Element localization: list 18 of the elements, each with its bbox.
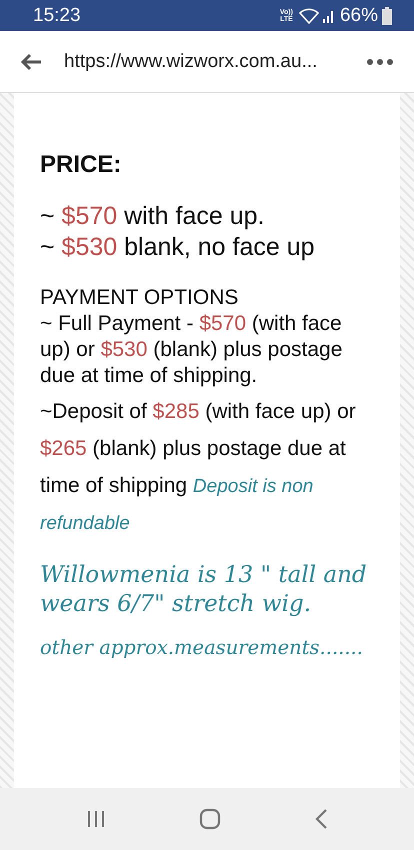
measurements-note: other approx.measurements....... [40, 635, 364, 660]
back-icon[interactable] [314, 808, 328, 830]
wifi-icon [298, 8, 319, 24]
section-heading: PRICE: [40, 151, 122, 179]
paragraph: ~Deposit of $285 (with face up) or $265 (blank) plus postage due at time of shipping Deposit is non refundable [40, 399, 357, 536]
recent-apps-icon[interactable] [86, 809, 106, 829]
more-options-icon[interactable] [366, 58, 394, 66]
home-icon[interactable] [198, 808, 221, 830]
price-line: ~ $570 with face up. [40, 201, 266, 232]
paragraph: PAYMENT OPTIONS [40, 285, 240, 311]
url-text[interactable]: https://www.wizworx.com.au... [64, 50, 366, 72]
clock: 15:23 [33, 4, 82, 26]
size-note: Willowmenia is 13 " tall and wears 6/7" stretch wig. [40, 561, 368, 619]
battery-level: 66% [340, 4, 378, 26]
price-line: ~ $530 blank, no face up [40, 232, 316, 263]
battery-icon [382, 6, 392, 24]
paragraph: ~ Full Payment - $570 (with face up) or $530 (blank) plus postage due at time of shipping. [40, 311, 344, 389]
back-arrow-icon[interactable] [20, 52, 42, 70]
